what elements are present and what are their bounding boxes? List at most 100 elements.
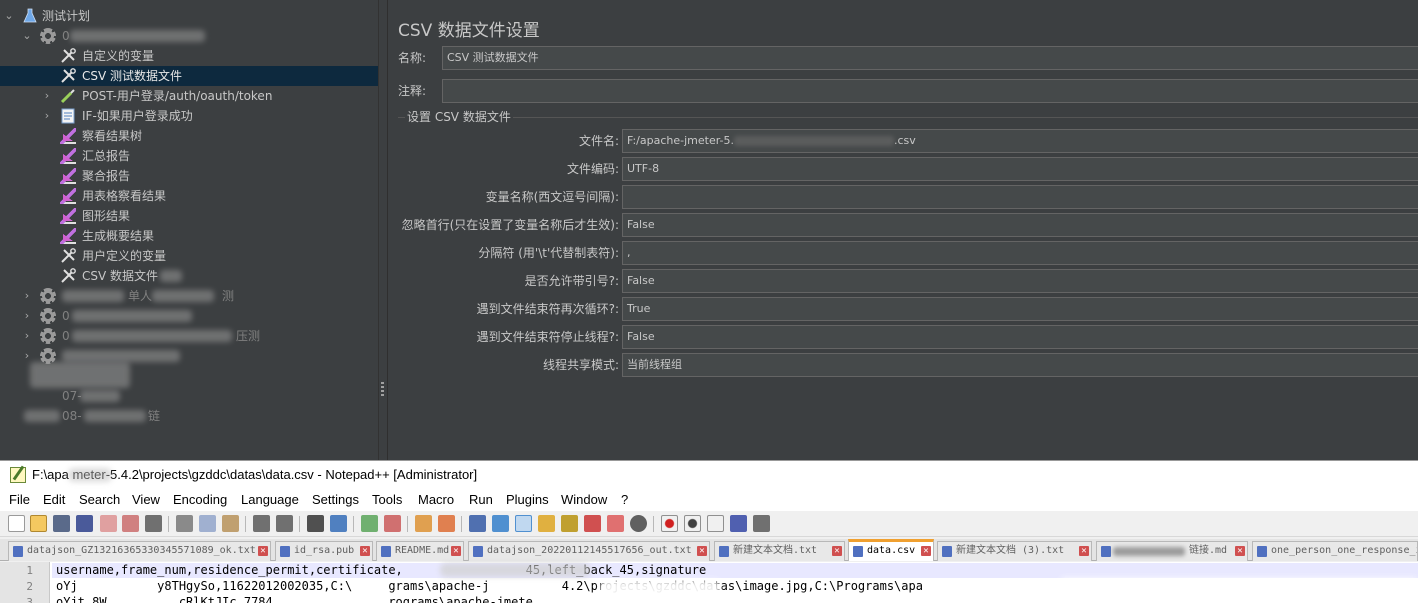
close-icon[interactable]: ✕ <box>1079 546 1089 556</box>
doc-map-icon[interactable] <box>538 515 555 532</box>
menu-language[interactable]: Language <box>241 492 299 507</box>
tree-thread-group-2[interactable]: › 单人 测 <box>0 286 378 306</box>
tree-item-view-results-tree[interactable]: 察看结果树 <box>0 126 378 146</box>
indent-guide-icon[interactable] <box>515 515 532 532</box>
variable-names-field[interactable] <box>622 185 1418 209</box>
close-icon[interactable]: ✕ <box>832 546 842 556</box>
close-icon[interactable]: ✕ <box>258 546 268 556</box>
allow-quoted-field[interactable]: False <box>622 269 1418 293</box>
sync-horizontal-icon[interactable] <box>438 515 455 532</box>
tab-readme[interactable]: README.md ✕ <box>376 541 464 561</box>
zoom-out-icon[interactable] <box>384 515 401 532</box>
tree-item-csv-data-set[interactable]: CSV 测试数据文件 <box>0 66 378 86</box>
menu-file[interactable]: File <box>9 492 30 507</box>
tree-item-csv-data-file[interactable]: CSV 数据文件 <box>0 266 378 286</box>
close-all-icon[interactable] <box>122 515 139 532</box>
tree-item-post-login[interactable]: › POST-用户登录/auth/oauth/token <box>0 86 378 106</box>
menu-plugins[interactable]: Plugins <box>506 492 549 507</box>
new-file-icon[interactable] <box>8 515 25 532</box>
redo-icon[interactable] <box>276 515 293 532</box>
sync-vertical-icon[interactable] <box>415 515 432 532</box>
close-icon[interactable]: ✕ <box>921 546 931 556</box>
save-all-icon[interactable] <box>76 515 93 532</box>
close-icon[interactable]: ✕ <box>451 546 461 556</box>
tree-thread-group-4[interactable]: › 0 压测 <box>0 326 378 346</box>
tree-item-generate-summary[interactable]: 生成概要结果 <box>0 226 378 246</box>
tree-item-07[interactable]: 07- <box>0 386 378 406</box>
monitoring-icon[interactable] <box>607 515 624 532</box>
menu-search[interactable]: Search <box>79 492 120 507</box>
tree-item-user-variables[interactable]: 自定义的变量 <box>0 46 378 66</box>
menu-help[interactable]: ? <box>621 492 628 507</box>
tree-item-user-defined-variables[interactable]: 用户定义的变量 <box>0 246 378 266</box>
tab-one-person[interactable]: one_person_one_response_i <box>1252 541 1418 561</box>
tree-item-08[interactable]: 08- 链 <box>0 406 378 426</box>
split-pane-divider[interactable] <box>378 0 386 460</box>
tree-root[interactable]: ⌄ 测试计划 <box>0 6 378 26</box>
tab-id-rsa[interactable]: id_rsa.pub ✕ <box>275 541 373 561</box>
chevron-right-icon[interactable]: › <box>42 106 52 126</box>
notepad-title-bar[interactable]: F:\apa meter-5.4.2\projects\gzddc\datas\… <box>0 461 1418 489</box>
drag-handle-icon[interactable] <box>381 382 384 396</box>
chevron-right-icon[interactable]: › <box>22 326 32 346</box>
replace-icon[interactable] <box>330 515 347 532</box>
play-multiple-icon[interactable] <box>730 515 747 532</box>
menu-macro[interactable]: Macro <box>418 492 454 507</box>
menu-tools[interactable]: Tools <box>372 492 402 507</box>
recycle-on-eof-field[interactable]: True <box>622 297 1418 321</box>
tree-item-graph-results[interactable]: 图形结果 <box>0 206 378 226</box>
tree-item-if-controller[interactable]: › IF-如果用户登录成功 <box>0 106 378 126</box>
function-list-icon[interactable] <box>561 515 578 532</box>
tree-item-summary-report[interactable]: 汇总报告 <box>0 146 378 166</box>
cut-icon[interactable] <box>176 515 193 532</box>
zoom-in-icon[interactable] <box>361 515 378 532</box>
menu-run[interactable]: Run <box>469 492 493 507</box>
print-icon[interactable] <box>145 515 162 532</box>
close-file-icon[interactable] <box>100 515 117 532</box>
undo-icon[interactable] <box>253 515 270 532</box>
menu-edit[interactable]: Edit <box>43 492 65 507</box>
play-macro-icon[interactable] <box>707 515 724 532</box>
text-editor[interactable]: 1 2 3 username,frame_num,residence_permi… <box>0 562 1418 603</box>
chevron-down-icon[interactable]: ⌄ <box>4 6 14 26</box>
save-icon[interactable] <box>53 515 70 532</box>
sharing-mode-field[interactable]: 当前线程组 <box>622 353 1418 377</box>
tree-thread-group-3[interactable]: › 0 <box>0 306 378 326</box>
paste-icon[interactable] <box>222 515 239 532</box>
close-icon[interactable]: ✕ <box>697 546 707 556</box>
record-macro-icon[interactable] <box>661 515 678 532</box>
find-icon[interactable] <box>307 515 324 532</box>
menu-window[interactable]: Window <box>561 492 607 507</box>
tab-datajson-out[interactable]: datajson_20220112145517656_out.txt ✕ <box>468 541 710 561</box>
tab-link-md[interactable]: 链接.md ✕ <box>1096 541 1248 561</box>
save-macro-icon[interactable] <box>753 515 770 532</box>
tab-new-text-doc-3[interactable]: 新建文本文档 (3).txt ✕ <box>937 541 1092 561</box>
chevron-right-icon[interactable]: › <box>22 306 32 326</box>
tree-item-table-results[interactable]: 用表格察看结果 <box>0 186 378 206</box>
test-plan-tree[interactable]: ⌄ 测试计划 ⌄ 0 自定义的变量 CSV 测试数据文件 › POST-用户登录… <box>0 0 378 460</box>
ignore-first-line-field[interactable]: False <box>622 213 1418 237</box>
close-icon[interactable]: ✕ <box>1235 546 1245 556</box>
menu-encoding[interactable]: Encoding <box>173 492 227 507</box>
copy-icon[interactable] <box>199 515 216 532</box>
tab-data-csv[interactable]: data.csv ✕ <box>848 539 934 561</box>
stop-thread-on-eof-field[interactable]: False <box>622 325 1418 349</box>
folder-workspace-icon[interactable] <box>584 515 601 532</box>
chevron-down-icon[interactable]: ⌄ <box>22 26 32 46</box>
name-field[interactable]: CSV 测试数据文件 <box>442 46 1418 70</box>
menu-view[interactable]: View <box>132 492 160 507</box>
comment-field[interactable] <box>442 79 1418 103</box>
chevron-right-icon[interactable]: › <box>42 86 52 106</box>
encoding-field[interactable]: UTF-8 <box>622 157 1418 181</box>
stop-macro-icon[interactable] <box>684 515 701 532</box>
tab-new-text-doc[interactable]: 新建文本文档.txt ✕ <box>714 541 845 561</box>
tree-thread-group[interactable]: ⌄ 0 <box>0 26 378 46</box>
eye-icon[interactable] <box>630 515 647 532</box>
open-folder-icon[interactable] <box>30 515 47 532</box>
delimiter-field[interactable]: , <box>622 241 1418 265</box>
word-wrap-icon[interactable] <box>469 515 486 532</box>
tree-item-aggregate-report[interactable]: 聚合报告 <box>0 166 378 186</box>
tab-datajson-ok[interactable]: datajson_GZ13216365330345571089_ok.txt ✕ <box>8 541 271 561</box>
menu-settings[interactable]: Settings <box>312 492 359 507</box>
chevron-right-icon[interactable]: › <box>22 286 32 306</box>
